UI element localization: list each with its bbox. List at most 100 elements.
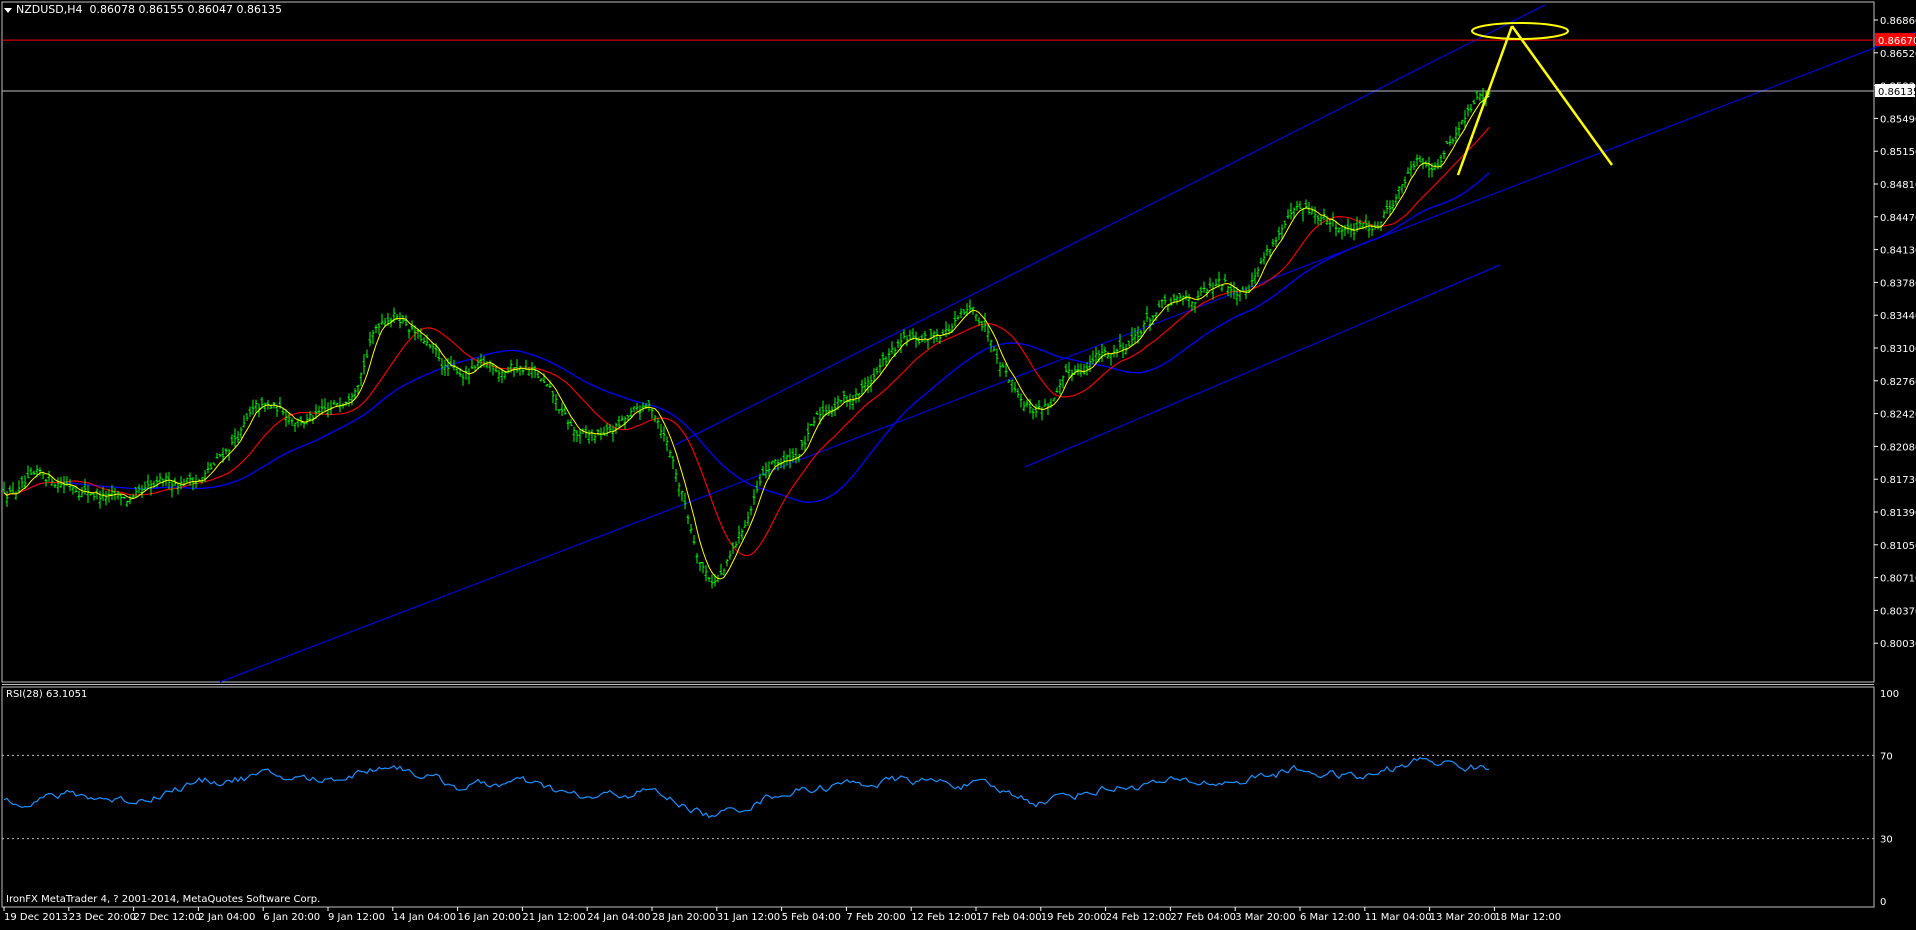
price-bar bbox=[32, 470, 36, 475]
time-tick-label: 12 Feb 12:00 bbox=[911, 912, 977, 923]
price-bar bbox=[338, 397, 342, 413]
price-bar bbox=[1451, 138, 1455, 145]
price-tick-label: 0.86860 bbox=[1880, 16, 1916, 27]
price-tick-label: 0.83100 bbox=[1880, 344, 1916, 355]
price-bar bbox=[1034, 403, 1038, 418]
price-chart-canvas[interactable]: 10070300 0.868600.865200.858300.854900.8… bbox=[0, 0, 1916, 926]
price-bar bbox=[158, 472, 162, 483]
price-bar bbox=[551, 390, 555, 403]
price-bar bbox=[629, 407, 633, 417]
price-bar bbox=[707, 576, 711, 582]
price-bar bbox=[650, 407, 654, 419]
price-bar bbox=[176, 482, 180, 495]
price-bar bbox=[557, 409, 561, 414]
projection-up-line[interactable] bbox=[1456, 25, 1514, 176]
triangle-down-icon[interactable] bbox=[4, 7, 12, 13]
price-bar bbox=[1394, 194, 1398, 205]
price-bar bbox=[1169, 297, 1173, 307]
chart-window[interactable]: 10070300 0.868600.865200.858300.854900.8… bbox=[0, 0, 1916, 926]
price-bar bbox=[20, 475, 24, 489]
price-bar bbox=[995, 348, 999, 364]
price-bar bbox=[578, 428, 582, 444]
price-bar bbox=[1100, 343, 1104, 362]
price-bar bbox=[329, 400, 333, 416]
price-tick-label: 0.82080 bbox=[1880, 442, 1916, 453]
price-bar bbox=[1016, 388, 1020, 399]
price-bar bbox=[305, 413, 309, 425]
price-bar bbox=[1316, 214, 1320, 225]
price-bar bbox=[686, 514, 690, 525]
price-bar bbox=[797, 454, 801, 463]
price-bar bbox=[1220, 284, 1224, 292]
price-bar bbox=[1052, 397, 1056, 402]
price-bar bbox=[1184, 290, 1188, 301]
price-bar bbox=[743, 520, 747, 528]
price-bar bbox=[407, 328, 411, 339]
price-bar bbox=[746, 511, 750, 526]
price-bar bbox=[1349, 223, 1353, 238]
price-bar bbox=[839, 399, 843, 404]
axis-layer: 0.868600.865200.858300.854900.851500.848… bbox=[3, 16, 1916, 923]
price-bar bbox=[332, 399, 336, 406]
price-bar bbox=[1295, 200, 1299, 211]
rsi-level-label: 30 bbox=[1880, 835, 1893, 846]
price-bar bbox=[1286, 209, 1290, 219]
price-bar bbox=[362, 354, 366, 375]
price-bar bbox=[848, 393, 852, 410]
price-bar bbox=[704, 565, 708, 582]
price-bar bbox=[851, 394, 855, 410]
time-tick-label: 21 Jan 12:00 bbox=[522, 912, 585, 923]
price-bar bbox=[236, 431, 240, 444]
price-bar bbox=[8, 485, 12, 493]
price-bar bbox=[875, 366, 879, 375]
price-bar bbox=[596, 429, 600, 436]
price-bar bbox=[251, 399, 255, 415]
ma-mid-line[interactable] bbox=[3, 127, 1490, 557]
price-bar bbox=[242, 415, 246, 428]
price-bar bbox=[722, 568, 726, 576]
price-bar bbox=[269, 404, 273, 409]
price-bar bbox=[341, 403, 345, 409]
time-tick-label: 6 Mar 12:00 bbox=[1300, 912, 1360, 923]
price-bar bbox=[710, 574, 714, 589]
ma-slow-line[interactable] bbox=[3, 172, 1490, 503]
price-bar bbox=[347, 393, 351, 407]
rsi-line[interactable] bbox=[3, 757, 1490, 819]
price-bar bbox=[635, 403, 639, 411]
price-bar bbox=[812, 416, 816, 427]
price-bar bbox=[1418, 155, 1422, 163]
ma-fast-line[interactable] bbox=[3, 95, 1490, 580]
price-bar bbox=[1313, 206, 1317, 224]
price-bar bbox=[788, 448, 792, 469]
price-bar bbox=[1232, 281, 1236, 300]
price-bar bbox=[290, 418, 294, 426]
price-tick-label: 0.81390 bbox=[1880, 508, 1916, 519]
price-bar bbox=[1409, 161, 1413, 177]
price-bar bbox=[1085, 362, 1089, 376]
time-tick-label: 2 Jan 04:00 bbox=[198, 912, 255, 923]
price-bar bbox=[656, 417, 660, 429]
price-bar bbox=[998, 361, 1002, 377]
price-bar bbox=[740, 528, 744, 540]
rsi-label: RSI(28) 63.1051 bbox=[6, 689, 88, 700]
price-bar bbox=[377, 323, 381, 335]
price-bar bbox=[1274, 237, 1278, 247]
price-bar bbox=[500, 368, 504, 384]
projection-down-line[interactable] bbox=[1510, 25, 1614, 166]
price-bar bbox=[1412, 160, 1416, 171]
price-bar bbox=[536, 371, 540, 379]
time-tick-label: 17 Feb 04:00 bbox=[976, 912, 1042, 923]
price-bar bbox=[1478, 92, 1482, 102]
price-bar bbox=[881, 352, 885, 367]
price-bar bbox=[1352, 223, 1356, 241]
price-bar bbox=[1472, 99, 1476, 105]
channel-lower-line[interactable] bbox=[219, 31, 1916, 683]
price-bar bbox=[506, 366, 510, 374]
price-bar bbox=[1019, 393, 1023, 408]
price-bar bbox=[908, 329, 912, 340]
support-trend-line[interactable] bbox=[1024, 264, 1501, 468]
price-bar bbox=[920, 334, 924, 343]
price-bar bbox=[1427, 156, 1431, 178]
price-bar bbox=[104, 490, 108, 506]
channel-upper-line[interactable] bbox=[674, 4, 1546, 446]
